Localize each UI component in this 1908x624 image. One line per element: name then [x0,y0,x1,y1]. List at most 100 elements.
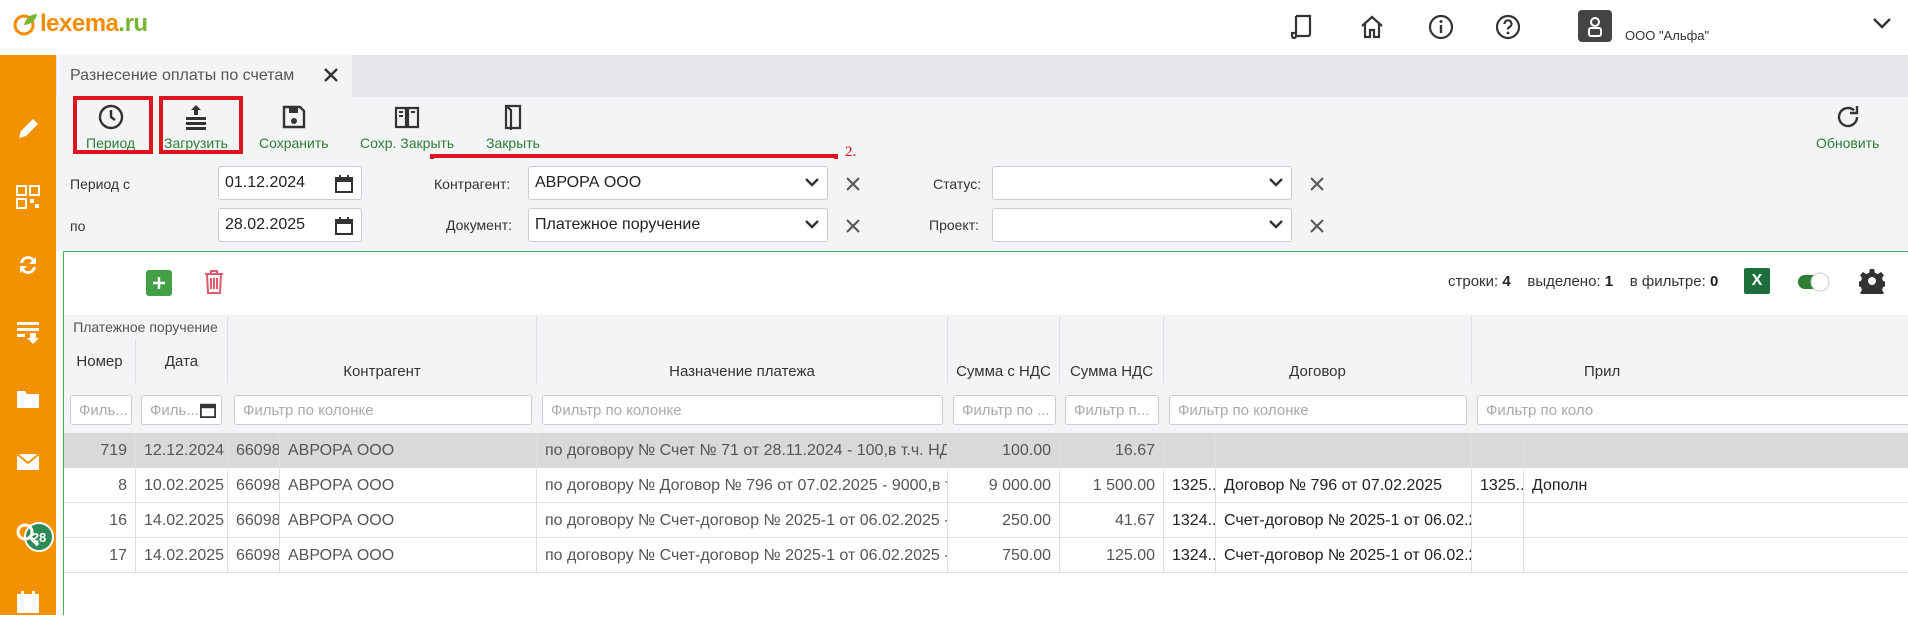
close-icon[interactable] [323,67,339,83]
chevron-down-icon[interactable] [1872,16,1892,30]
info-icon[interactable] [1426,12,1456,42]
home-icon[interactable] [1357,12,1387,42]
avatar[interactable] [1578,10,1612,42]
refresh-button[interactable]: Обновить [1816,103,1879,151]
cell-contract-code[interactable]: 1325... [1164,468,1216,503]
cell-number[interactable]: 8 [64,468,136,503]
cell-number[interactable]: 16 [64,503,136,538]
excel-export-button[interactable]: X [1744,268,1770,294]
table-row[interactable]: 8 10.02.2025 66098 АВРОРА ООО по договору № … [64,468,1908,503]
cell-sum-vat[interactable]: 100.00 [948,433,1060,468]
sidebar-item-edit[interactable] [0,107,56,151]
save-button[interactable]: Сохранить [259,103,329,151]
cell-vat[interactable]: 125.00 [1060,538,1164,573]
table-row[interactable]: 16 14.02.2025 66098 АВРОРА ООО по договору №… [64,503,1908,538]
project-select[interactable] [992,208,1292,242]
column-sum-vat[interactable]: Сумма с НДС [948,315,1060,383]
cell-cp-code[interactable]: 66098 [228,433,280,468]
sidebar-item-search[interactable] [0,513,56,557]
cell-vat[interactable]: 41.67 [1060,503,1164,538]
counterparty-select[interactable]: АВРОРА ООО [528,166,828,200]
cell-contract-name[interactable]: Счет-договор № 2025-1 от 06.02.2025 [1216,503,1472,538]
cell-cp-code[interactable]: 66098 [228,503,280,538]
cell-number[interactable]: 719 [64,433,136,468]
cell-app-code[interactable] [1472,433,1524,468]
sidebar-item-mail[interactable] [0,440,56,484]
cell-date[interactable]: 14.02.2025 [136,538,228,573]
toggle-switch[interactable] [1797,272,1831,292]
cell-cp-code[interactable]: 66098 [228,538,280,573]
cell-vat[interactable]: 1 500.00 [1060,468,1164,503]
tab-payment-distribution[interactable]: Разнесение оплаты по счетам [57,55,352,97]
cell-contract-name[interactable]: Счет-договор № 2025-1 от 06.02.2025 [1216,538,1472,573]
cell-cp-name[interactable]: АВРОРА ООО [280,538,537,573]
status-select[interactable] [992,166,1292,200]
cell-purpose[interactable]: по договору № Счет-договор № 2025-1 от 0… [537,503,948,538]
calendar-icon[interactable] [335,175,353,193]
filter-counterparty[interactable]: Фильтр по колонке [234,395,532,425]
save-close-button[interactable]: Сохр. Закрыть [360,103,454,151]
cell-contract-code[interactable]: 1324... [1164,538,1216,573]
table-row[interactable]: 719 12.12.2024 66098 АВРОРА ООО по договору … [64,433,1908,468]
cell-app-name[interactable] [1524,538,1908,573]
cell-purpose[interactable]: по договору № Договор № 796 от 07.02.202… [537,468,948,503]
column-appendix[interactable]: Прил [1472,315,1908,383]
cell-cp-code[interactable]: 66098 [228,468,280,503]
document-scroll-icon[interactable] [1287,12,1317,42]
filter-appendix[interactable]: Фильтр по коло [1477,395,1908,425]
cell-cp-name[interactable]: АВРОРА ООО [280,468,537,503]
sidebar-item-download-list[interactable] [0,310,56,354]
cell-purpose[interactable]: по договору № Счет-договор № 2025-1 от 0… [537,538,948,573]
sidebar-item-sync[interactable] [0,243,56,287]
chevron-down-icon[interactable] [805,177,819,187]
cell-contract-code[interactable] [1164,433,1216,468]
column-contract[interactable]: Договор [1164,315,1472,383]
lexema-logo[interactable]: lexema.ru [12,10,148,38]
sidebar-item-calendar[interactable] [0,580,56,624]
cell-cp-name[interactable]: АВРОРА ООО [280,503,537,538]
cell-sum-vat[interactable]: 750.00 [948,538,1060,573]
period-to-field[interactable]: 28.02.2025 [218,208,362,242]
cell-app-name[interactable] [1524,433,1908,468]
cell-sum-vat[interactable]: 250.00 [948,503,1060,538]
add-row-button[interactable] [146,270,172,296]
filter-number[interactable]: Филь... [70,395,132,425]
cell-app-code[interactable]: 1325... [1472,468,1524,503]
cell-date[interactable]: 10.02.2025 [136,468,228,503]
calendar-icon[interactable] [335,217,353,235]
calendar-icon[interactable] [200,402,216,418]
chevron-down-icon[interactable] [805,219,819,229]
cell-app-name[interactable] [1524,503,1908,538]
filter-contract[interactable]: Фильтр по колонке [1169,395,1467,425]
cell-app-code[interactable] [1472,538,1524,573]
filter-vat[interactable]: Фильтр п... [1065,395,1159,425]
column-vat[interactable]: Сумма НДС [1060,315,1164,383]
document-select[interactable]: Платежное поручение [528,208,828,242]
org-name[interactable]: ООО "Альфа" [1625,28,1709,43]
sidebar-item-folder[interactable] [0,377,56,421]
clear-document-icon[interactable] [846,219,860,233]
cell-sum-vat[interactable]: 9 000.00 [948,468,1060,503]
cell-cp-name[interactable]: АВРОРА ООО [280,433,537,468]
chevron-down-icon[interactable] [1269,177,1283,187]
cell-number[interactable]: 17 [64,538,136,573]
clear-counterparty-icon[interactable] [846,177,860,191]
filter-purpose[interactable]: Фильтр по колонке [542,395,943,425]
column-purpose[interactable]: Назначение платежа [537,315,948,383]
cell-date[interactable]: 12.12.2024 [136,433,228,468]
delete-row-button[interactable] [203,269,225,295]
sidebar-item-apps[interactable] [0,175,56,219]
filter-date[interactable]: Филь... [141,395,222,425]
cell-contract-code[interactable]: 1324... [1164,503,1216,538]
cell-date[interactable]: 14.02.2025 [136,503,228,538]
close-button[interactable]: Закрыть [486,103,540,151]
cell-contract-name[interactable]: Договор № 796 от 07.02.2025 [1216,468,1472,503]
help-icon[interactable] [1493,12,1523,42]
gear-icon[interactable] [1859,268,1885,294]
cell-vat[interactable]: 16.67 [1060,433,1164,468]
clear-status-icon[interactable] [1310,177,1324,191]
chevron-down-icon[interactable] [1269,219,1283,229]
filter-sum-vat[interactable]: Фильтр по ... [953,395,1056,425]
column-number[interactable]: Номер [64,339,136,383]
period-from-field[interactable]: 01.12.2024 [218,166,362,200]
